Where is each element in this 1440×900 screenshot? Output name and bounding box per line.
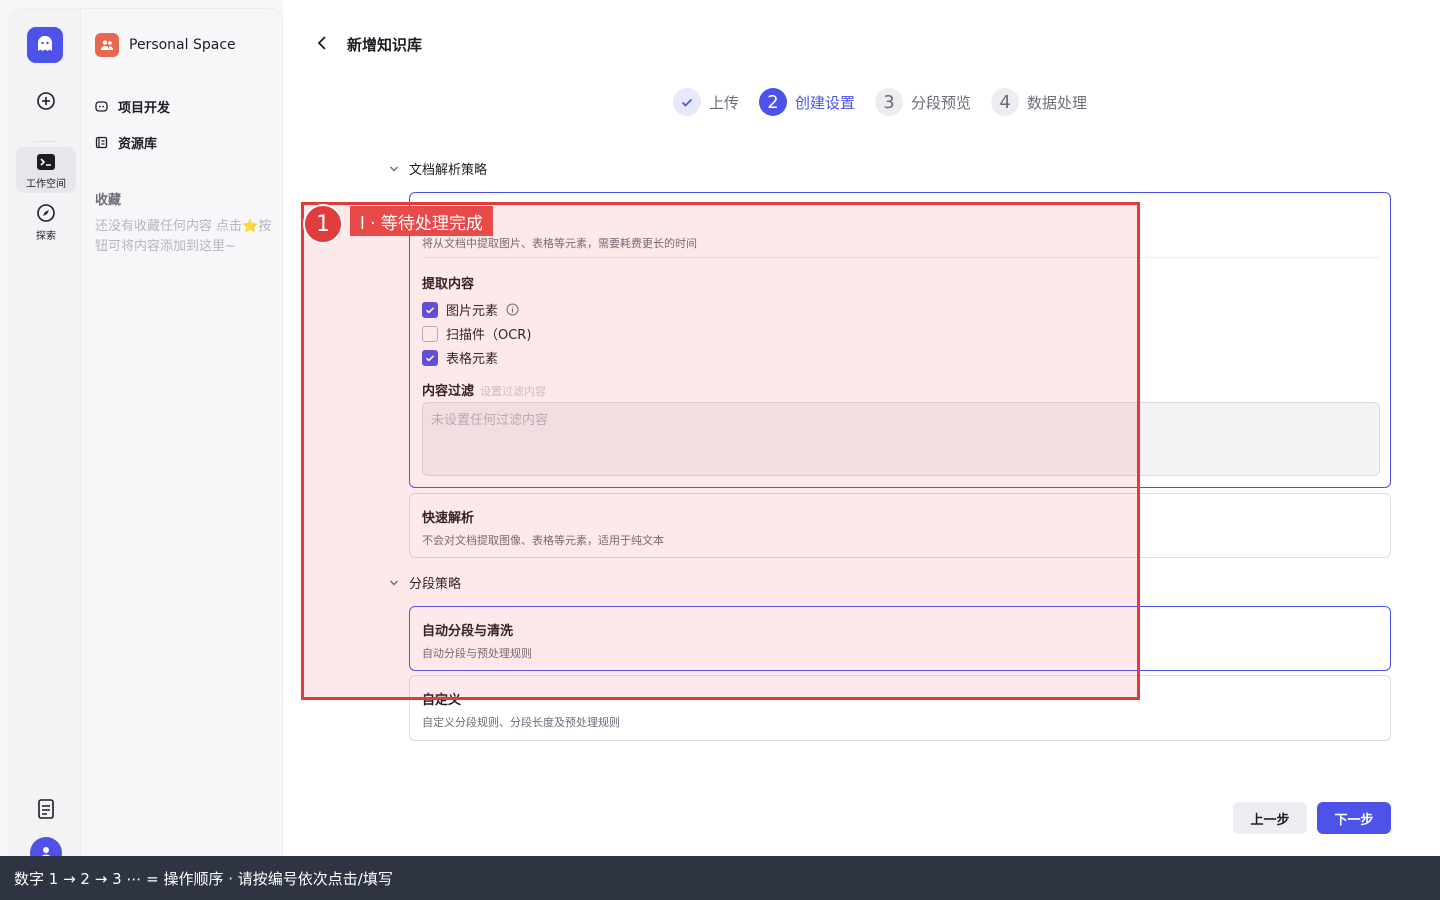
step-label: 创建设置 [795, 93, 856, 112]
next-button[interactable]: 下一步 [1317, 802, 1391, 834]
favorites-empty-text: 还没有收藏任何内容 点击⭐按钮可将内容添加到这里~ [95, 219, 272, 254]
team-icon [95, 33, 119, 57]
library-icon [95, 136, 108, 149]
docs-button[interactable] [16, 799, 76, 819]
nav-item-projects[interactable]: 项目开发 [95, 97, 170, 116]
page-title: 新增知识库 [347, 36, 423, 54]
chevron-down-icon [390, 166, 398, 171]
step-number: 2 [759, 88, 788, 116]
nav-item-label: 资源库 [118, 137, 158, 152]
step-number: 3 [875, 88, 904, 116]
space-sidebar: Personal Space 项目开发 资源库 收藏 还没有收藏任何内容 点击⭐… [81, 8, 283, 900]
left-rail: 工作空间 探索 [9, 8, 81, 900]
step-preview[interactable]: 3 分段预览 [875, 88, 971, 116]
step-label: 上传 [709, 93, 740, 112]
custom-segment-desc: 自定义分段规则、分段长度及预处理规则 [422, 716, 620, 729]
annotation-box [301, 202, 1140, 700]
step-label: 数据处理 [1027, 93, 1088, 112]
space-name: Personal Space [129, 37, 236, 53]
app-logo-icon[interactable] [27, 27, 63, 63]
rail-item-workspace[interactable]: 工作空间 [16, 147, 76, 193]
document-icon [38, 799, 54, 819]
parse-section-toggle[interactable]: 文档解析策略 [389, 159, 487, 178]
annotation-label: l · 等待处理完成 [350, 206, 493, 236]
check-icon [673, 88, 701, 116]
step-label: 分段预览 [911, 93, 972, 112]
section-title: 文档解析策略 [409, 163, 488, 178]
nav-item-label: 项目开发 [118, 101, 171, 116]
favorites-title: 收藏 [95, 193, 122, 208]
rail-item-label: 工作空间 [26, 179, 66, 190]
step-upload[interactable]: 上传 [673, 88, 739, 116]
step-processing[interactable]: 4 数据处理 [991, 88, 1087, 116]
plus-circle-icon [37, 92, 55, 110]
rail-divider [34, 141, 58, 142]
nav-item-library[interactable]: 资源库 [95, 133, 157, 152]
prev-button[interactable]: 上一步 [1233, 802, 1307, 834]
stepper: 上传 2 创建设置 3 分段预览 4 数据处理 [673, 88, 1087, 116]
terminal-icon [37, 154, 55, 170]
step-number: 4 [991, 88, 1020, 116]
back-button[interactable] [315, 34, 331, 56]
chevron-left-icon [317, 36, 326, 50]
instruction-text: 数字 1 → 2 → 3 ⋯ = 操作顺序 · 请按编号依次点击/填写 [14, 869, 393, 888]
create-button[interactable] [16, 91, 76, 111]
bot-icon [95, 101, 108, 112]
annotation-number: 1 [303, 204, 343, 244]
rail-item-explore[interactable]: 探索 [16, 203, 76, 243]
space-switcher[interactable]: Personal Space [95, 33, 236, 57]
instruction-bar: 数字 1 → 2 → 3 ⋯ = 操作顺序 · 请按编号依次点击/填写 [0, 856, 1440, 900]
step-settings[interactable]: 2 创建设置 [759, 88, 855, 116]
compass-icon [37, 204, 55, 222]
rail-item-label: 探索 [36, 231, 56, 242]
